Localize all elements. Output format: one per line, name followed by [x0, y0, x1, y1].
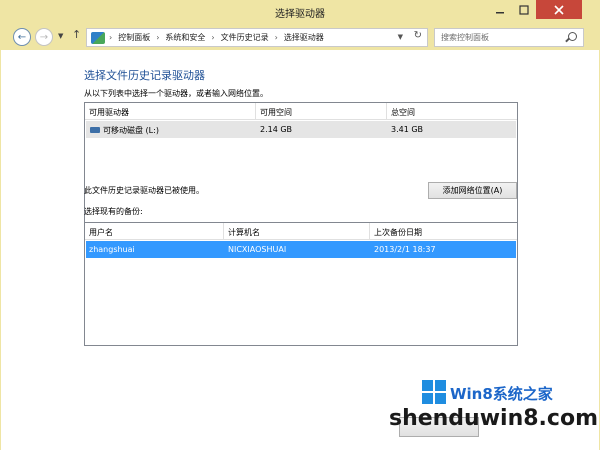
column-header-computer[interactable]: 计算机名: [228, 227, 260, 238]
breadcrumb-separator-icon: ›: [211, 33, 215, 42]
address-bar[interactable]: › 控制面板 › 系统和安全 › 文件历史记录 › 选择驱动器 ▼ ↻: [86, 28, 428, 47]
forward-button[interactable]: →: [35, 28, 53, 46]
breadcrumb-separator-icon: ›: [109, 33, 113, 42]
backup-list-header: 用户名 计算机名 上次备份日期: [85, 223, 517, 240]
status-text: 此文件历史记录驱动器已被使用。: [84, 186, 204, 195]
column-header-user[interactable]: 用户名: [89, 227, 113, 238]
watermark-brand: Win8系统之家: [450, 385, 553, 403]
page-title: 选择文件历史记录驱动器: [84, 69, 205, 82]
drive-total-space: 3.41 GB: [391, 125, 424, 134]
search-icon[interactable]: [568, 32, 577, 41]
instruction-text: 从以下列表中选择一个驱动器，或者输入网络位置。: [84, 89, 268, 98]
column-header-total-space[interactable]: 总空间: [391, 107, 415, 118]
control-panel-icon: [91, 31, 105, 44]
up-arrow-icon: ↑: [72, 28, 82, 41]
backup-list[interactable]: 用户名 计算机名 上次备份日期 zhangshuai NICXIAOSHUAI …: [84, 222, 518, 346]
drive-list[interactable]: 可用驱动器 可用空间 总空间 可移动磁盘 (L:) 2.14 GB 3.41 G…: [84, 102, 518, 223]
navigation-bar: ← → ▼ ↑ › 控制面板 › 系统和安全 › 文件历史记录 › 选择驱动器 …: [0, 24, 600, 50]
window: 选择驱动器 ← → ▼ ↑ › 控制面板 › 系统和安全 › 文件历史记录 › …: [0, 0, 600, 450]
search-input[interactable]: [441, 29, 561, 46]
column-divider[interactable]: [255, 103, 256, 120]
column-divider[interactable]: [369, 223, 370, 240]
back-arrow-icon: ←: [17, 31, 27, 43]
breadcrumb-file-history[interactable]: 文件历史记录: [221, 32, 269, 43]
existing-backups-label: 选择现有的备份:: [84, 207, 143, 216]
minimize-icon: [496, 11, 504, 13]
backup-user: zhangshuai: [89, 245, 135, 254]
breadcrumb-control-panel[interactable]: 控制面板: [118, 32, 150, 43]
add-network-location-button[interactable]: 添加网络位置(A): [428, 182, 517, 199]
breadcrumb-select-drive[interactable]: 选择驱动器: [284, 32, 324, 43]
forward-arrow-icon: →: [39, 31, 49, 43]
breadcrumb: › 控制面板 › 系统和安全 › 文件历史记录 › 选择驱动器: [109, 32, 324, 43]
windows-logo-icon: [422, 380, 446, 404]
maximize-icon: [519, 4, 529, 15]
up-button[interactable]: ↑: [72, 28, 81, 41]
backup-row[interactable]: zhangshuai NICXIAOSHUAI 2013/2/1 18:37: [86, 241, 516, 258]
maximize-button[interactable]: [512, 0, 536, 19]
address-dropdown-icon[interactable]: ▼: [398, 33, 403, 41]
breadcrumb-separator-icon: ›: [274, 33, 278, 42]
column-header-free-space[interactable]: 可用空间: [260, 107, 292, 118]
back-button[interactable]: ←: [13, 28, 31, 46]
minimize-button[interactable]: [488, 0, 512, 19]
watermark: Win8系统之家 shenduwin8.com: [389, 378, 598, 450]
removable-drive-icon: [90, 127, 100, 133]
close-icon: [554, 4, 564, 15]
search-box[interactable]: [434, 28, 584, 47]
breadcrumb-separator-icon: ›: [156, 33, 160, 42]
backup-date: 2013/2/1 18:37: [374, 245, 436, 254]
refresh-icon[interactable]: ↻: [414, 30, 422, 41]
close-button[interactable]: [536, 0, 582, 19]
breadcrumb-system-security[interactable]: 系统和安全: [165, 32, 205, 43]
column-divider[interactable]: [223, 223, 224, 240]
recent-pages-dropdown[interactable]: ▼: [58, 32, 63, 40]
title-bar: 选择驱动器: [0, 0, 600, 24]
drive-name: 可移动磁盘 (L:): [103, 126, 159, 135]
backup-computer: NICXIAOSHUAI: [228, 245, 287, 254]
drive-free-space: 2.14 GB: [260, 125, 293, 134]
drive-list-header: 可用驱动器 可用空间 总空间: [85, 103, 517, 120]
watermark-url: shenduwin8.com: [388, 406, 598, 431]
column-header-drive[interactable]: 可用驱动器: [89, 107, 129, 118]
drive-row[interactable]: 可移动磁盘 (L:) 2.14 GB 3.41 GB: [86, 121, 516, 138]
column-header-last-backup[interactable]: 上次备份日期: [374, 227, 422, 238]
chevron-down-icon: ▼: [58, 32, 64, 40]
column-divider[interactable]: [386, 103, 387, 120]
